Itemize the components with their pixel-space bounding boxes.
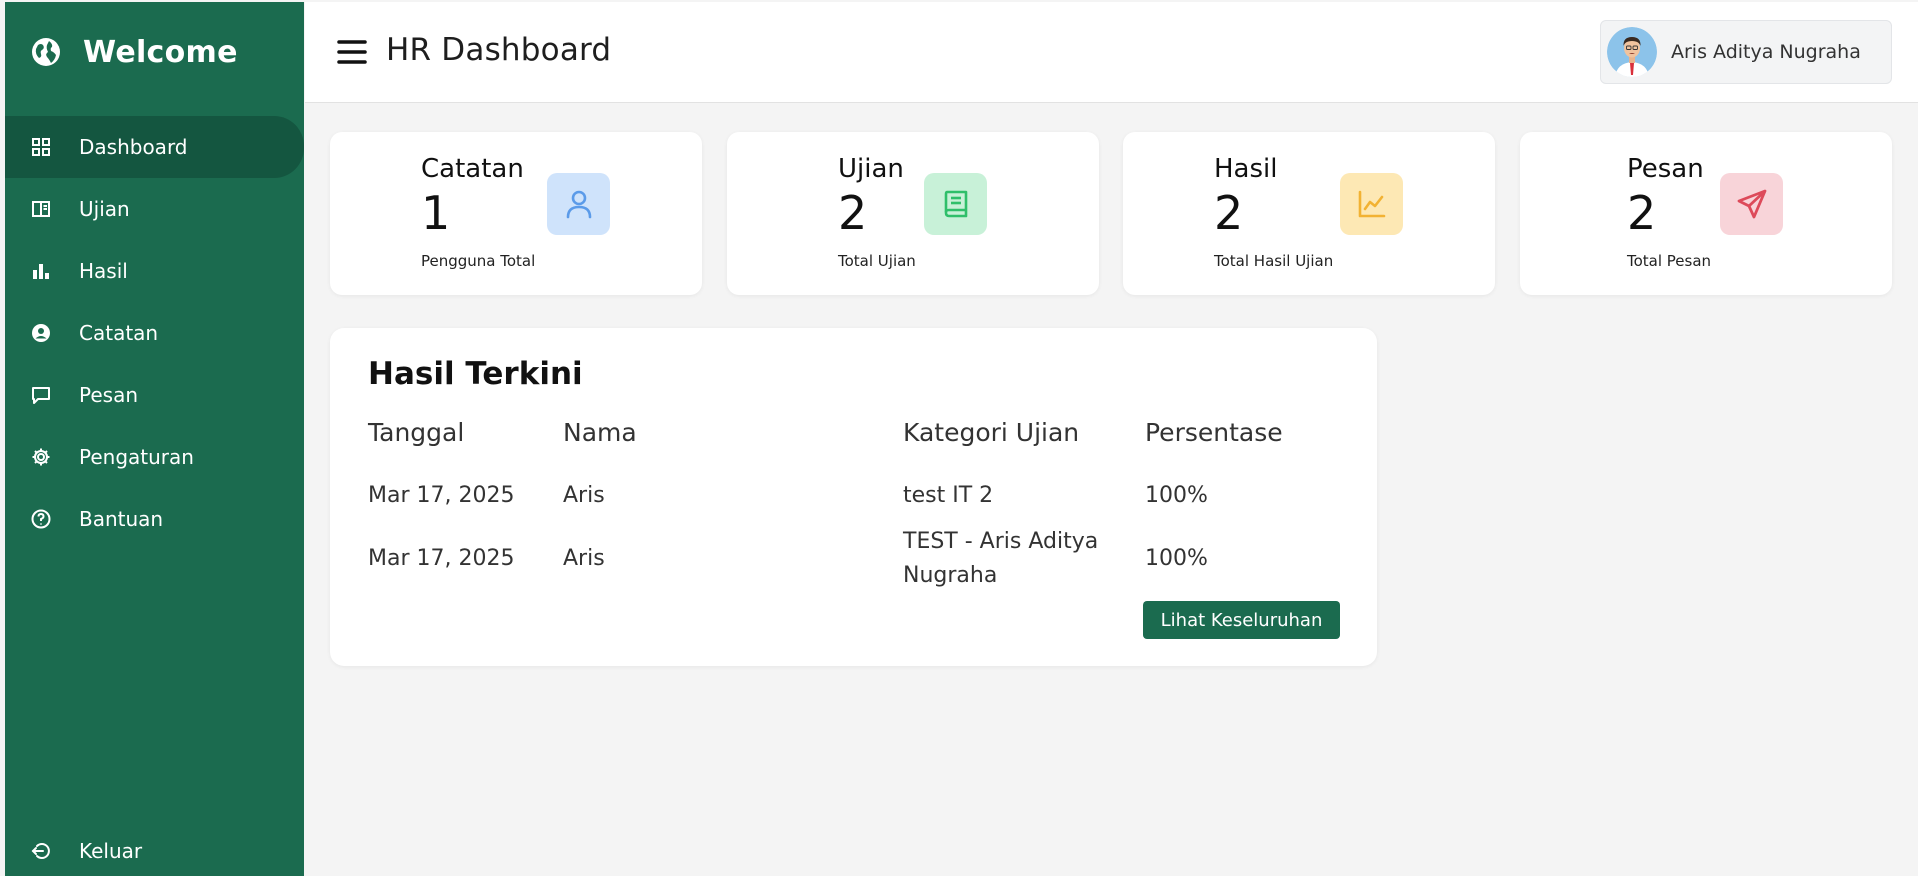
sidebar-item-label: Catatan (79, 321, 159, 345)
card-value: 2 (1627, 186, 1657, 240)
table-cell-tanggal: Mar 17, 2025 (368, 483, 515, 508)
column-header-persentase: Persentase (1145, 418, 1283, 447)
user-circle-icon (29, 321, 53, 345)
view-all-button[interactable]: Lihat Keseluruhan (1143, 601, 1340, 639)
card-subtitle: Pengguna Total (421, 252, 536, 270)
logout-label: Keluar (79, 839, 143, 863)
sidebar-item-hasil[interactable]: Hasil (5, 240, 304, 302)
page-title: HR Dashboard (386, 32, 612, 68)
book-icon (924, 173, 987, 235)
card-subtitle: Total Hasil Ujian (1214, 252, 1334, 270)
stat-card-ujian[interactable]: Ujian 2 Total Ujian (727, 132, 1099, 295)
sidebar-item-label: Dashboard (79, 135, 188, 159)
card-value: 2 (1214, 186, 1244, 240)
table-cell-kategori: test IT 2 (903, 483, 994, 508)
sidebar-item-label: Ujian (79, 197, 130, 221)
top-header: HR Dashboard Aris Aditya Nugraha (305, 2, 1918, 103)
app-root: Welcome Dashboard Ujian Hasil Catatan Pe… (0, 0, 1918, 876)
sidebar-nav: Dashboard Ujian Hasil Catatan Pesan Peng… (5, 116, 304, 550)
stat-card-catatan[interactable]: Catatan 1 Pengguna Total (330, 132, 702, 295)
send-icon (1720, 173, 1783, 235)
grid-icon (29, 135, 53, 159)
table-cell-persentase: 100% (1145, 483, 1208, 508)
user-name: Aris Aditya Nugraha (1671, 41, 1861, 63)
stat-card-hasil[interactable]: Hasil 2 Total Hasil Ujian (1123, 132, 1495, 295)
brand: Welcome (29, 32, 238, 72)
hamburger-menu-icon[interactable] (337, 38, 367, 66)
card-value: 1 (421, 186, 451, 240)
book-open-icon (29, 197, 53, 221)
sidebar-item-label: Bantuan (79, 507, 164, 531)
recent-results-panel: Hasil Terkini Tanggal Nama Kategori Ujia… (330, 328, 1377, 666)
user-menu[interactable]: Aris Aditya Nugraha (1600, 20, 1892, 84)
stat-card-pesan[interactable]: Pesan 2 Total Pesan (1520, 132, 1892, 295)
help-icon (29, 507, 53, 531)
user-icon (547, 173, 610, 235)
logout-icon (29, 839, 53, 863)
sidebar-item-catatan[interactable]: Catatan (5, 302, 304, 364)
table-cell-nama: Aris (563, 483, 605, 508)
card-title: Pesan (1627, 154, 1704, 184)
column-header-nama: Nama (563, 418, 637, 447)
sidebar-item-bantuan[interactable]: Bantuan (5, 488, 304, 550)
logout-button[interactable]: Keluar (5, 820, 304, 876)
brand-title: Welcome (83, 34, 238, 70)
globe-icon (29, 35, 63, 69)
card-subtitle: Total Ujian (838, 252, 916, 270)
card-value: 2 (838, 186, 868, 240)
table-cell-nama: Aris (563, 546, 605, 571)
card-title: Hasil (1214, 154, 1278, 184)
card-title: Ujian (838, 154, 904, 184)
column-header-kategori: Kategori Ujian (903, 418, 1080, 447)
column-header-tanggal: Tanggal (368, 418, 465, 447)
sidebar: Welcome Dashboard Ujian Hasil Catatan Pe… (5, 2, 304, 876)
table-cell-tanggal: Mar 17, 2025 (368, 546, 515, 571)
sidebar-item-label: Hasil (79, 259, 128, 283)
card-title: Catatan (421, 154, 524, 184)
table-cell-persentase: 100% (1145, 546, 1208, 571)
sidebar-item-label: Pengaturan (79, 445, 194, 469)
line-chart-icon (1340, 173, 1403, 235)
table-cell-kategori-continued: Nugraha (903, 563, 998, 588)
sidebar-item-dashboard[interactable]: Dashboard (5, 116, 304, 178)
panel-title: Hasil Terkini (368, 356, 583, 392)
sidebar-item-ujian[interactable]: Ujian (5, 178, 304, 240)
table-cell-kategori: TEST - Aris Aditya (903, 529, 1099, 554)
sidebar-item-label: Pesan (79, 383, 139, 407)
gear-icon (29, 445, 53, 469)
message-icon (29, 383, 53, 407)
sidebar-item-pesan[interactable]: Pesan (5, 364, 304, 426)
bar-chart-icon (29, 259, 53, 283)
sidebar-item-pengaturan[interactable]: Pengaturan (5, 426, 304, 488)
card-subtitle: Total Pesan (1627, 252, 1712, 270)
avatar (1607, 27, 1657, 77)
